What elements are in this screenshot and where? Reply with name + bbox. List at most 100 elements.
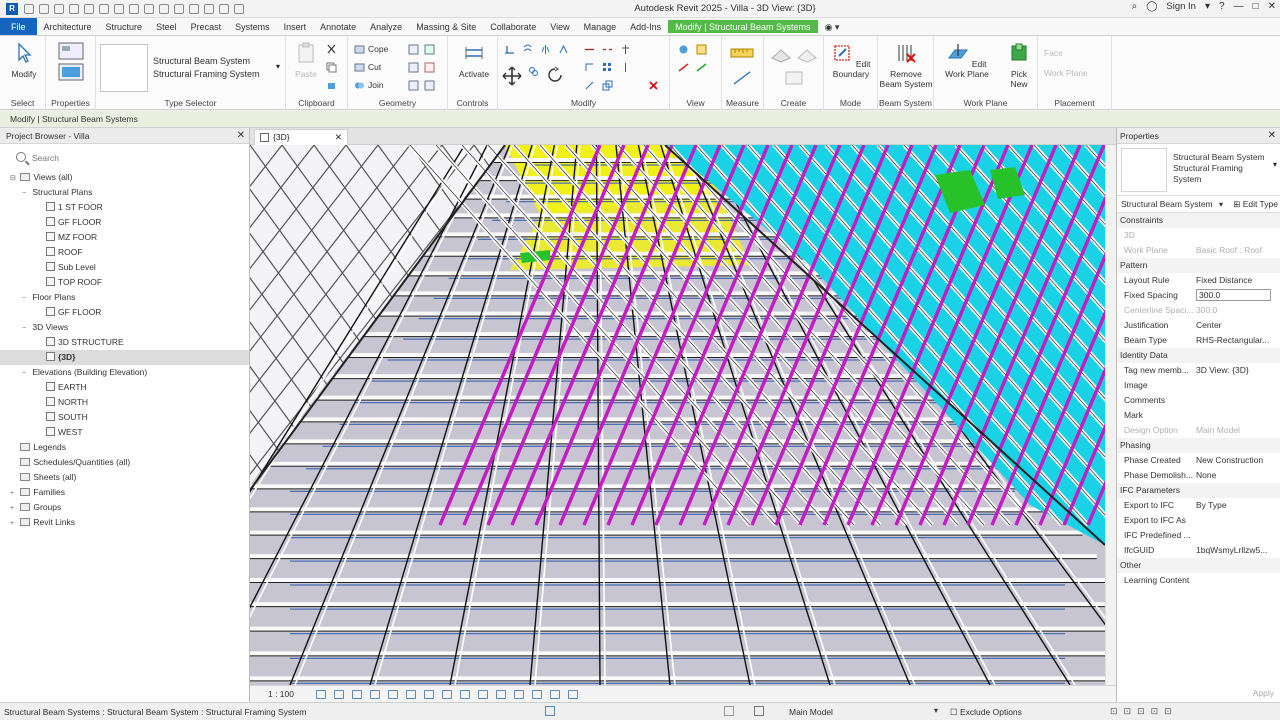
help-icon[interactable]: ? (1219, 1, 1225, 12)
tab-view[interactable]: View (543, 18, 576, 35)
show-hidden-icon[interactable] (568, 690, 578, 699)
tag-icon[interactable] (144, 3, 154, 14)
split-face-icon[interactable] (424, 44, 435, 55)
type-selector-box[interactable]: Structural Beam System Structural Framin… (1117, 144, 1280, 196)
revit-logo-icon[interactable]: R (6, 2, 18, 15)
mirror-axis-icon[interactable] (540, 44, 551, 55)
property-group-header[interactable]: Other (1117, 558, 1280, 573)
cart-icon[interactable]: ▾ (1205, 1, 1210, 12)
active-design-option[interactable]: Main Model (789, 707, 833, 717)
tab-file[interactable]: File (0, 18, 37, 35)
tree-toggle-icon[interactable]: − (22, 186, 30, 201)
design-options-icon[interactable] (754, 706, 764, 716)
browser-item[interactable]: − Structural Plans (0, 185, 249, 200)
unjoin-icon[interactable] (408, 80, 419, 91)
print-icon[interactable] (99, 3, 109, 14)
linework-icon[interactable] (678, 62, 689, 73)
design-option-chevron-icon[interactable]: ▾ (934, 706, 938, 715)
save-icon[interactable] (39, 3, 49, 14)
switch-windows-icon[interactable] (234, 3, 244, 14)
3d-view-icon[interactable] (174, 3, 184, 14)
search-input[interactable] (32, 150, 232, 166)
tree-toggle-icon[interactable]: + (10, 486, 18, 501)
property-value[interactable]: By Type (1196, 498, 1276, 513)
pick-icon[interactable] (424, 80, 435, 91)
hide-icon[interactable] (696, 44, 707, 55)
copy-element-icon[interactable] (528, 66, 539, 77)
edit-type-button[interactable]: ⊞ Edit Type (1233, 196, 1278, 213)
join-label[interactable]: Join (368, 80, 384, 90)
render-icon[interactable] (388, 690, 398, 699)
exclude-options-toggle[interactable]: ☐ Exclude Options (950, 707, 1022, 718)
browser-item[interactable]: TOP ROOF (0, 275, 249, 290)
filter-chevron-down-icon[interactable]: ▾ (1219, 200, 1223, 209)
detail-level-icon[interactable] (316, 690, 326, 699)
maximize-icon[interactable]: □ (1253, 1, 1259, 12)
tree-toggle-icon[interactable]: + (10, 501, 18, 516)
undo-icon[interactable] (69, 3, 79, 14)
tab-manage[interactable]: Manage (577, 18, 624, 35)
tab-insert[interactable]: Insert (277, 18, 314, 35)
trim-extend-icon[interactable] (584, 80, 595, 91)
temp-hide-icon[interactable] (460, 690, 470, 699)
visual-style-icon[interactable] (334, 690, 344, 699)
tab-massing-site[interactable]: Massing & Site (409, 18, 483, 35)
browser-item[interactable]: − Floor Plans (0, 290, 249, 305)
browser-item[interactable]: + Revit Links (0, 515, 249, 530)
browser-item[interactable]: 1 ST FOOR (0, 200, 249, 215)
constraints-icon[interactable] (550, 690, 560, 699)
close-window-icon[interactable]: ✕ (1268, 1, 1276, 12)
properties-icon[interactable] (58, 42, 84, 82)
property-value[interactable]: New Construction (1196, 453, 1276, 468)
section-icon[interactable] (189, 3, 199, 14)
cut-geometry-icon[interactable] (354, 62, 365, 73)
shadows-icon[interactable] (370, 690, 380, 699)
mirror-draw-icon[interactable] (558, 44, 569, 55)
measure-icon[interactable] (114, 3, 124, 14)
selection-filters-icon[interactable]: ⊡⊡⊡⊡⊡ (1110, 706, 1178, 717)
browser-item[interactable]: NORTH (0, 395, 249, 410)
match-properties-icon[interactable] (326, 80, 337, 91)
close-properties-icon[interactable]: ✕ (1268, 128, 1276, 144)
scale-icon[interactable] (602, 80, 613, 91)
remove-beam-system-button[interactable]: Remove Beam System (878, 42, 934, 89)
tab-structure[interactable]: Structure (99, 18, 150, 35)
type-selector-chevron-down-icon[interactable]: ▾ (276, 62, 280, 71)
worksets-icon[interactable] (545, 706, 555, 716)
browser-item[interactable]: SOUTH (0, 410, 249, 425)
crop-view-icon[interactable] (406, 690, 416, 699)
sign-in-link[interactable]: Sign In (1166, 1, 1196, 12)
property-group-header[interactable]: Phasing (1117, 438, 1280, 453)
fixed-spacing-input[interactable]: 300.0 (1196, 289, 1271, 301)
worksharing-icon[interactable] (496, 690, 506, 699)
paste-button[interactable]: Paste (292, 42, 320, 79)
browser-item[interactable]: ⊟ Views (all) (0, 170, 249, 185)
drawing-area[interactable] (250, 145, 1105, 685)
browser-item[interactable]: + Families (0, 485, 249, 500)
measure-ruler-icon[interactable] (730, 46, 754, 60)
edit-boundary-button[interactable]: Edit Boundary (826, 42, 876, 79)
work-plane-option[interactable]: Work Plane (1044, 68, 1088, 78)
tab-analyze[interactable]: Analyze (363, 18, 409, 35)
pin-icon[interactable] (620, 44, 631, 55)
property-value[interactable]: Center (1196, 318, 1276, 333)
edit-work-plane-button[interactable]: Edit Work Plane (940, 42, 994, 79)
demolish-icon[interactable] (424, 62, 435, 73)
sun-path-icon[interactable] (352, 690, 362, 699)
browser-item[interactable]: {3D} (0, 350, 249, 365)
property-value[interactable]: Fixed Distance (1196, 273, 1276, 288)
type-selector-line1[interactable]: Structural Beam System (153, 56, 250, 66)
tab-modify-beam-systems[interactable]: Modify | Structural Beam Systems (668, 20, 818, 33)
vertical-scrollbar[interactable] (1105, 145, 1116, 685)
open-icon[interactable] (24, 3, 34, 14)
array-icon[interactable] (602, 62, 613, 73)
browser-item[interactable]: GF FLOOR (0, 305, 249, 320)
user-icon[interactable]: ◯ (1146, 1, 1157, 12)
view-scale[interactable]: 1 : 100 (268, 689, 294, 699)
join-icon[interactable] (354, 80, 365, 91)
create-assembly-icon[interactable] (770, 44, 792, 64)
minimize-icon[interactable]: — (1234, 1, 1244, 12)
modify-button[interactable]: Modify (8, 42, 40, 79)
browser-item[interactable]: EARTH (0, 380, 249, 395)
type-dropdown-chevron-icon[interactable]: ▾ (1273, 160, 1277, 169)
